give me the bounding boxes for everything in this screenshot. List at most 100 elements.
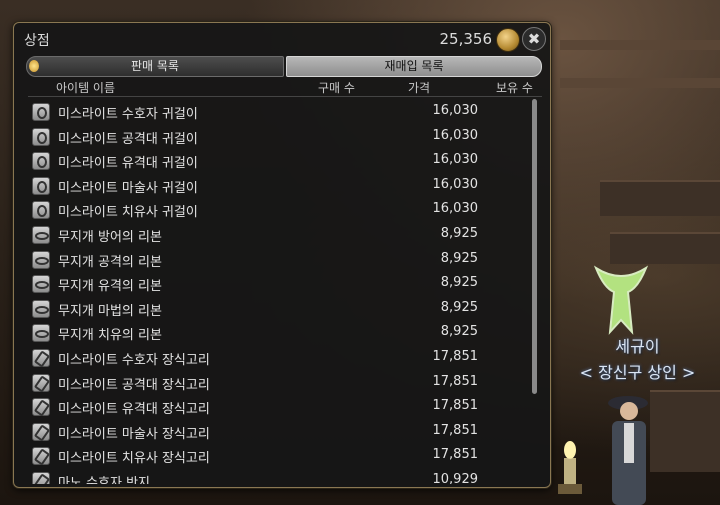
list-item[interactable]: 미스라이트 치유사 장식고리 17,851 0 bbox=[28, 443, 528, 468]
ribbon-icon bbox=[32, 250, 50, 269]
ceiling-beam bbox=[560, 78, 720, 88]
item-price: 17,851 bbox=[432, 348, 479, 364]
list-item[interactable]: 미스라이트 공격대 귀걸이 16,030 0 bbox=[28, 124, 528, 149]
item-owned: 0 bbox=[498, 103, 528, 118]
item-price: 8,925 bbox=[440, 250, 478, 266]
item-price: 17,851 bbox=[432, 398, 479, 414]
column-item-name[interactable]: 아이템 이름 bbox=[56, 79, 115, 96]
item-name: 미스라이트 유격대 귀걸이 bbox=[58, 156, 198, 172]
item-name: 마노 수호자 반지 bbox=[58, 475, 150, 484]
item-owned: 0 bbox=[498, 447, 528, 462]
list-item[interactable]: 무지개 방어의 리본 8,925 0 bbox=[28, 222, 528, 247]
item-owned: 0 bbox=[498, 324, 528, 339]
ribbon-icon bbox=[32, 324, 50, 343]
necklace-icon bbox=[32, 373, 50, 392]
item-owned: 0 bbox=[498, 275, 528, 290]
npc-nameplate[interactable]: 세규이 < 장신구 상인 > bbox=[555, 333, 720, 383]
npc-name: 세규이 bbox=[615, 337, 660, 356]
list-item[interactable]: 미스라이트 유격대 귀걸이 16,030 0 bbox=[28, 148, 528, 173]
earring-icon bbox=[32, 103, 50, 121]
item-owned: 0 bbox=[498, 226, 528, 241]
necklace-icon bbox=[32, 348, 50, 367]
item-owned: 0 bbox=[498, 423, 528, 438]
list-item[interactable]: 무지개 공격의 리본 8,925 0 bbox=[28, 247, 528, 272]
necklace-icon bbox=[32, 398, 50, 417]
item-price: 8,925 bbox=[440, 299, 478, 315]
tab-buy-list[interactable]: 판매 목록 bbox=[26, 56, 284, 77]
item-price: 17,851 bbox=[432, 422, 479, 438]
cabinet bbox=[650, 390, 720, 472]
tab-buyback-list[interactable]: 재매입 목록 bbox=[286, 56, 542, 77]
ribbon-icon bbox=[32, 225, 50, 244]
item-name: 미스라이트 공격대 장식고리 bbox=[58, 377, 210, 393]
npc-title: < 장신구 상인 > bbox=[579, 363, 696, 382]
item-price: 16,030 bbox=[432, 103, 479, 118]
tab-buy-list-label: 판매 목록 bbox=[131, 59, 179, 73]
list-item[interactable]: 미스라이트 유격대 장식고리 17,851 0 bbox=[28, 394, 528, 419]
list-item[interactable]: 미스라이트 마술사 귀걸이 16,030 0 bbox=[28, 173, 528, 198]
list-item[interactable]: 미스라이트 수호자 귀걸이 16,030 0 bbox=[28, 99, 528, 124]
npc-character[interactable] bbox=[598, 385, 660, 505]
shelf bbox=[600, 180, 720, 216]
list-item[interactable]: 미스라이트 치유사 귀걸이 16,030 0 bbox=[28, 197, 528, 222]
item-price: 17,851 bbox=[432, 373, 479, 389]
item-price: 16,030 bbox=[432, 176, 479, 192]
ribbon-icon bbox=[32, 275, 50, 294]
shop-tabs: 판매 목록 재매입 목록 bbox=[26, 56, 542, 77]
list-item[interactable]: 마노 수호자 반지 10,929 0 bbox=[28, 468, 528, 484]
item-name: 무지개 유격의 리본 bbox=[58, 279, 162, 295]
shop-window: 상점 25,356 ✖ 판매 목록 재매입 목록 아이템 이름 구매 수 가격 … bbox=[13, 22, 551, 488]
list-item[interactable]: 무지개 마법의 리본 8,925 0 bbox=[28, 296, 528, 321]
necklace-icon bbox=[32, 447, 50, 466]
list-item[interactable]: 무지개 유격의 리본 8,925 0 bbox=[28, 271, 528, 296]
item-owned: 0 bbox=[498, 201, 528, 216]
item-price: 16,030 bbox=[432, 127, 479, 143]
ceiling-beam bbox=[560, 40, 720, 50]
item-owned: 0 bbox=[498, 152, 528, 167]
item-owned: 0 bbox=[498, 177, 528, 192]
item-name: 무지개 치유의 리본 bbox=[58, 328, 162, 344]
item-owned: 0 bbox=[498, 398, 528, 413]
earring-icon bbox=[32, 176, 50, 195]
list-item[interactable]: 미스라이트 수호자 장식고리 17,851 0 bbox=[28, 345, 528, 370]
list-item[interactable]: 무지개 치유의 리본 8,925 0 bbox=[28, 320, 528, 345]
item-list: 미스라이트 수호자 귀걸이 16,030 0 미스라이트 공격대 귀걸이 16,030 0… bbox=[28, 99, 528, 484]
list-item[interactable]: 미스라이트 공격대 장식고리 17,851 0 bbox=[28, 370, 528, 395]
tab-buyback-list-label: 재매입 목록 bbox=[384, 59, 444, 73]
earring-icon bbox=[32, 127, 50, 146]
earring-icon bbox=[32, 152, 50, 171]
oil-lamp bbox=[558, 441, 582, 494]
gil-coin-icon bbox=[496, 28, 520, 52]
column-headers: 아이템 이름 구매 수 가격 보유 수 bbox=[28, 78, 542, 97]
shop-title: 상점 bbox=[24, 33, 50, 49]
item-owned: 0 bbox=[498, 349, 528, 364]
item-owned: 0 bbox=[498, 251, 528, 266]
ribbon-icon bbox=[32, 299, 50, 318]
npc-target-marker-icon bbox=[593, 265, 649, 335]
item-name: 미스라이트 공격대 귀걸이 bbox=[58, 131, 198, 147]
column-owned[interactable]: 보유 수 bbox=[496, 79, 533, 96]
earring-icon bbox=[32, 201, 50, 220]
item-price: 16,030 bbox=[432, 152, 479, 168]
shelf bbox=[610, 232, 720, 264]
item-price: 8,925 bbox=[440, 324, 478, 340]
item-owned: 0 bbox=[498, 374, 528, 389]
item-price: 16,030 bbox=[432, 201, 479, 217]
item-name: 미스라이트 치유사 장식고리 bbox=[58, 451, 210, 467]
item-name: 미스라이트 마술사 장식고리 bbox=[58, 426, 210, 442]
gil-amount: 25,356 bbox=[439, 30, 493, 48]
item-owned: 0 bbox=[498, 472, 528, 484]
item-price: 10,929 bbox=[432, 471, 479, 484]
column-purchase-qty[interactable]: 구매 수 bbox=[318, 79, 355, 96]
list-item[interactable]: 미스라이트 마술사 장식고리 17,851 0 bbox=[28, 419, 528, 444]
necklace-icon bbox=[32, 471, 50, 484]
item-name: 미스라이트 수호자 귀걸이 bbox=[58, 107, 198, 122]
column-price[interactable]: 가격 bbox=[408, 79, 430, 96]
close-button[interactable]: ✖ bbox=[522, 27, 546, 51]
scrollbar[interactable] bbox=[532, 99, 537, 394]
item-price: 17,851 bbox=[432, 447, 479, 463]
item-owned: 0 bbox=[498, 300, 528, 315]
item-name: 미스라이트 수호자 장식고리 bbox=[58, 352, 210, 368]
item-price: 8,925 bbox=[440, 275, 478, 291]
necklace-icon bbox=[32, 422, 50, 441]
